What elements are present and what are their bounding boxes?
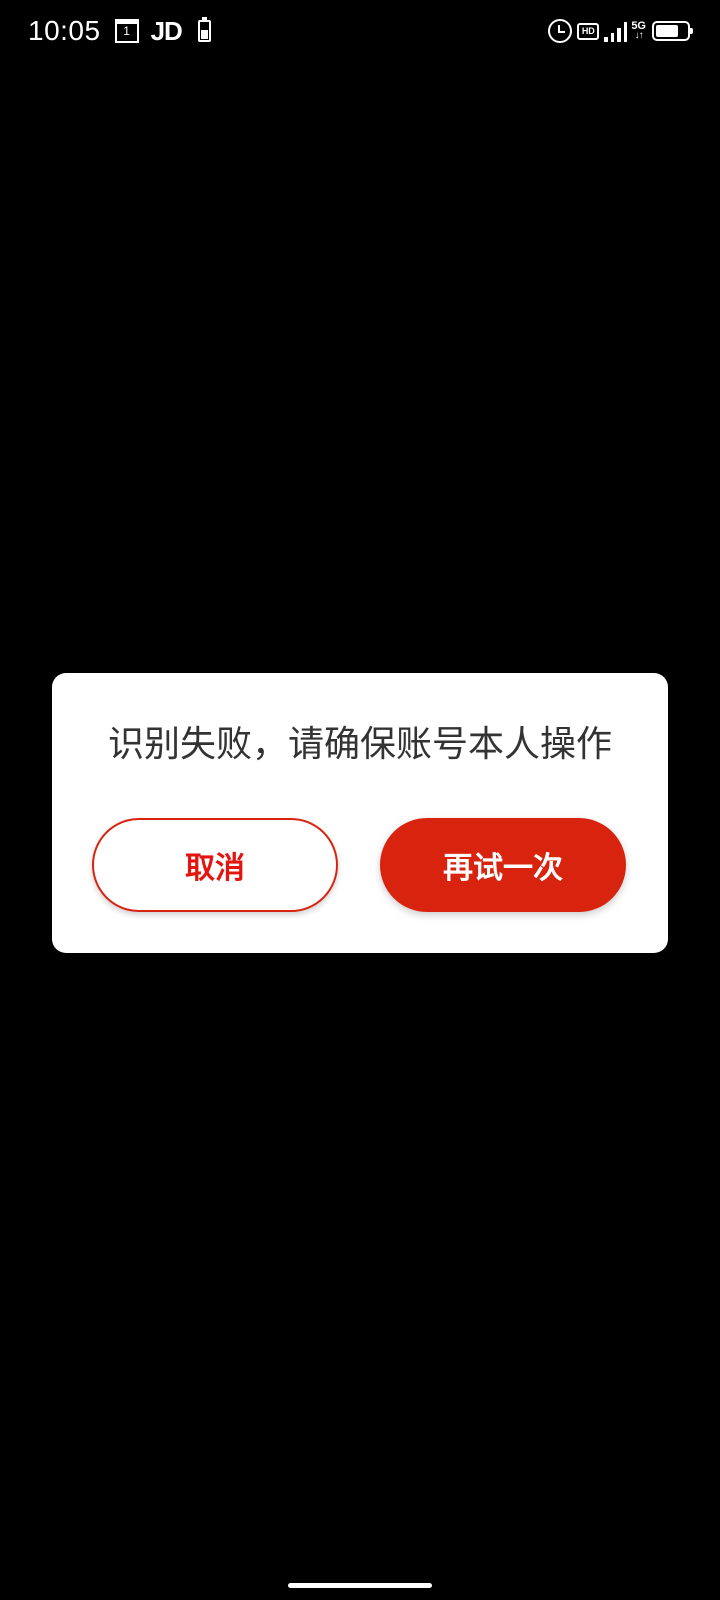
alarm-icon [548, 19, 573, 43]
retry-button[interactable]: 再试一次 [380, 818, 626, 912]
network-5g-icon: 5G ↓↑ [631, 21, 646, 41]
status-bar-left: 10:05 1 JD [28, 14, 211, 48]
battery-icon [652, 21, 693, 41]
cancel-button[interactable]: 取消 [92, 818, 338, 912]
calendar-day: 1 [123, 24, 130, 38]
error-dialog: 识别失败，请确保账号本人操作 取消 再试一次 [52, 673, 668, 953]
battery-fill [656, 25, 678, 37]
screen: 10:05 1 JD HD 5G ↓↑ 识别失败，请确保账号本人操作 取消 再试… [0, 0, 720, 1600]
signal-bar [610, 33, 615, 42]
jd-app-icon: JD [150, 15, 183, 46]
calendar-icon: 1 [114, 19, 139, 43]
status-bar-right: HD 5G ↓↑ [548, 16, 693, 46]
signal-bar [604, 37, 608, 42]
battery-saver-icon [197, 17, 211, 42]
signal-bar [623, 22, 628, 42]
signal-bar [617, 28, 621, 42]
network-arrows: ↓↑ [634, 30, 644, 41]
hd-icon: HD [577, 22, 600, 40]
signal-icon [604, 20, 628, 42]
cancel-button-label: 取消 [185, 851, 245, 886]
status-bar: 10:05 1 JD HD 5G ↓↑ [0, 0, 720, 62]
status-time: 10:05 [28, 15, 101, 46]
retry-button-label: 再试一次 [443, 851, 563, 886]
home-indicator[interactable] [288, 1583, 432, 1588]
dialog-message: 识别失败，请确保账号本人操作 [107, 724, 612, 765]
